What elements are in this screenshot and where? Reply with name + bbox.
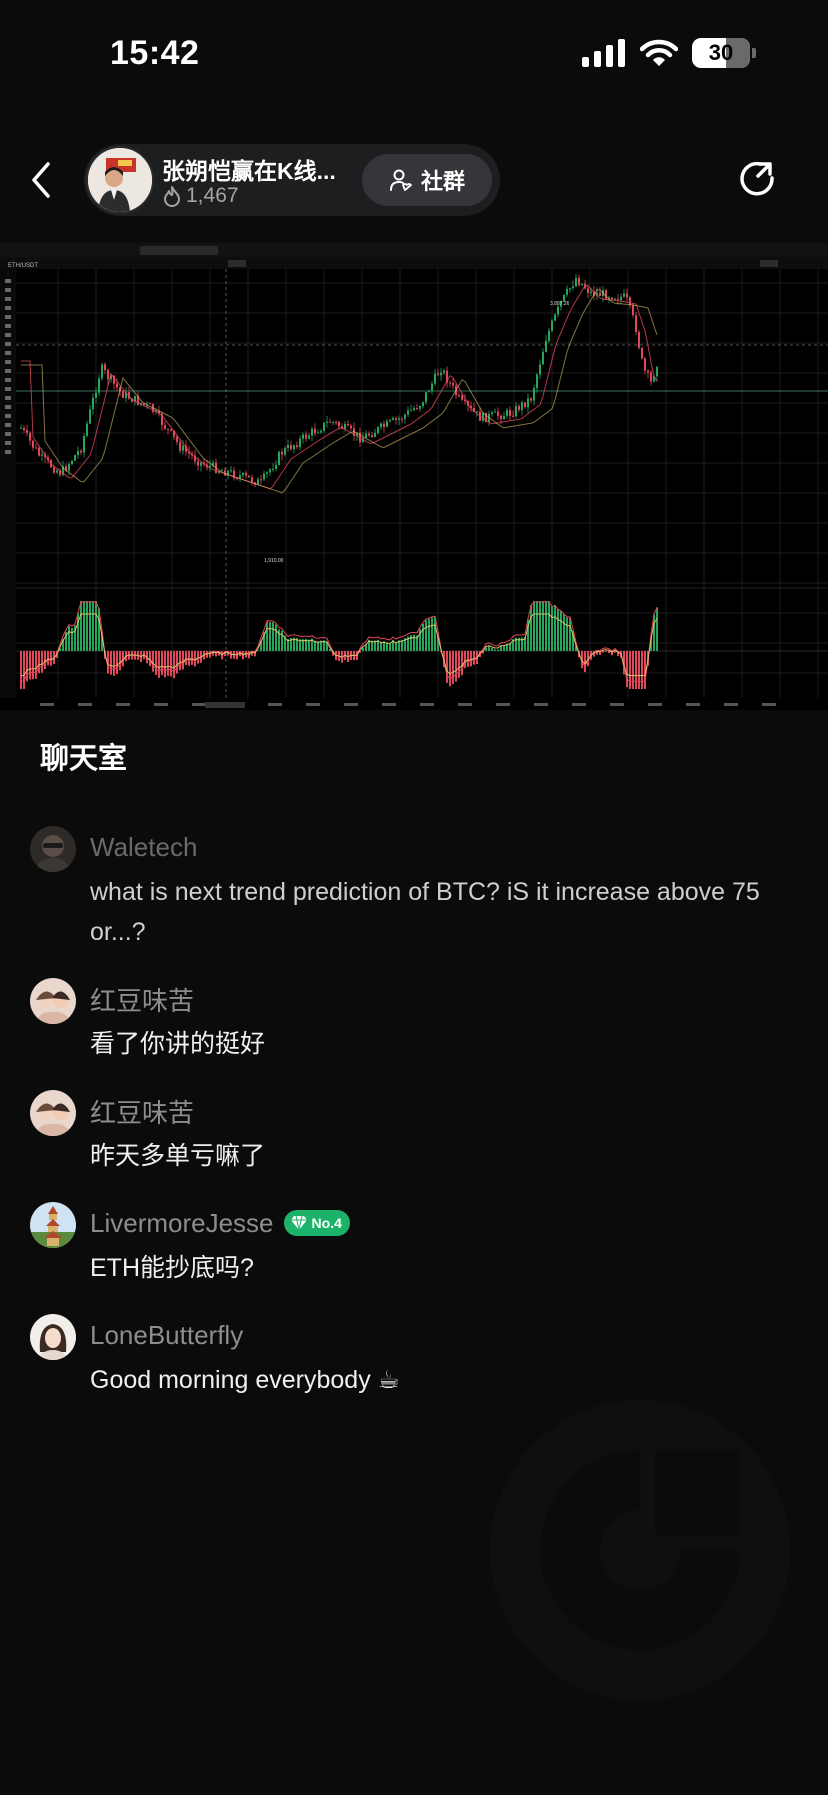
shared-chart-image[interactable]: ETH/USDT 3,887.26 1,910.00 (0, 243, 828, 710)
host-name: 张朔恺赢在K线... (162, 158, 336, 184)
host-info-pill[interactable]: 张朔恺赢在K线... 1,467 社群 (84, 144, 500, 216)
live-header: 张朔恺赢在K线... 1,467 社群 (0, 140, 828, 220)
rank-badge: No.4 (283, 1210, 350, 1236)
hot-count-row: 1,467 (162, 184, 239, 208)
rank-badge-text: No.4 (311, 1215, 342, 1231)
community-button[interactable]: 社群 (362, 154, 492, 206)
message-text: ETH能抄底吗? (90, 1254, 254, 1282)
username[interactable]: LivermoreJesse (90, 1208, 274, 1239)
chart-symbol: ETH/USDT (8, 263, 38, 269)
chat-room-title: 聊天室 (40, 743, 128, 775)
message-text: 看了你讲的挺好 (90, 1030, 266, 1058)
diamond-icon (290, 1215, 307, 1231)
username[interactable]: Waletech (90, 832, 197, 863)
message-header: 红豆味苦 (90, 1090, 194, 1132)
message-text: what is next trend prediction of BTC? iS… (90, 878, 760, 946)
message-header: 红豆味苦 (90, 978, 194, 1020)
message-header: LoneButterfly (90, 1314, 243, 1356)
user-avatar[interactable] (30, 1202, 76, 1248)
status-bar: 15:42 30 (0, 0, 828, 110)
user-avatar[interactable] (30, 978, 76, 1024)
user-avatar[interactable] (30, 1090, 76, 1136)
battery-icon: 30 (692, 38, 750, 68)
hot-count: 1,467 (186, 184, 239, 207)
back-arrow-icon[interactable] (22, 158, 62, 202)
community-icon (389, 169, 412, 191)
message-header: LivermoreJesse No.4 (90, 1202, 350, 1244)
community-label: 社群 (420, 169, 465, 194)
cellular-signal-icon (582, 39, 625, 67)
status-time: 15:42 (110, 34, 200, 72)
status-icons: 30 (582, 38, 756, 68)
message-header: Waletech (90, 826, 197, 868)
username[interactable]: 红豆味苦 (90, 1093, 194, 1130)
chart-low-label: 1,910.00 (264, 558, 284, 564)
chart-high-label: 3,887.26 (550, 301, 570, 307)
wifi-icon (640, 39, 678, 66)
battery-level: 30 (708, 40, 734, 65)
flame-icon (164, 186, 180, 207)
username[interactable]: 红豆味苦 (90, 981, 194, 1018)
username[interactable]: LoneButterfly (90, 1320, 243, 1351)
message-text: 昨天多单亏嘛了 (90, 1142, 266, 1170)
user-avatar[interactable] (30, 1314, 76, 1360)
user-avatar[interactable] (30, 826, 76, 872)
share-refresh-icon[interactable] (736, 158, 778, 200)
app-watermark-logo (490, 1400, 790, 1700)
battery-tip (752, 48, 756, 58)
host-avatar[interactable] (86, 146, 154, 214)
